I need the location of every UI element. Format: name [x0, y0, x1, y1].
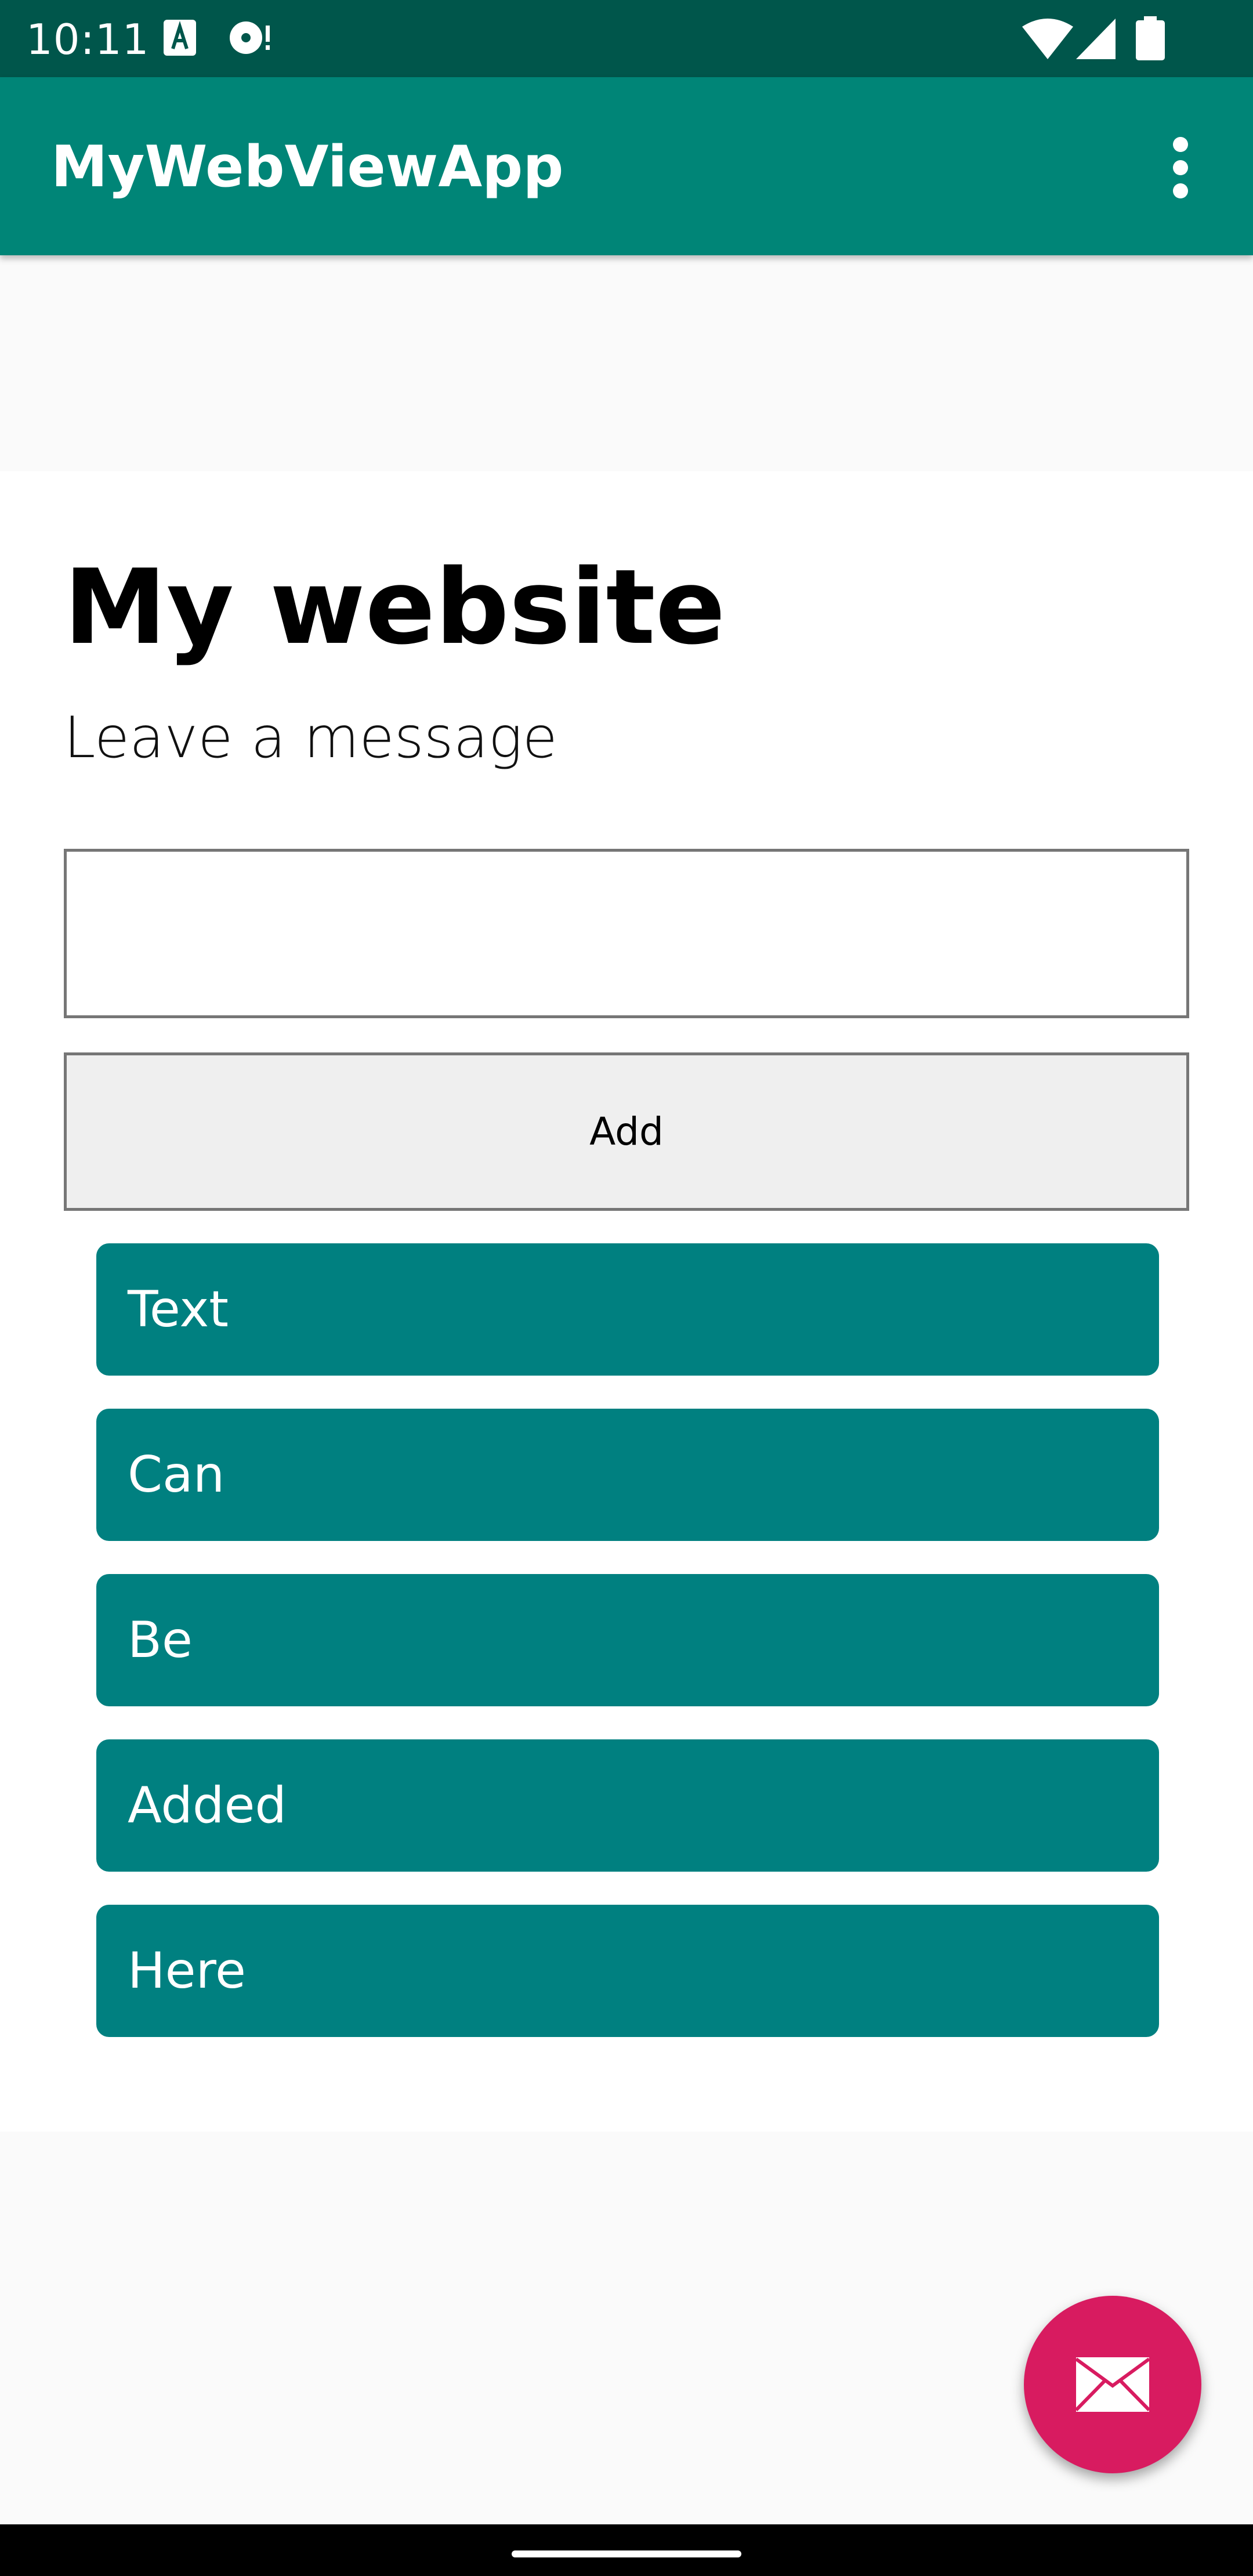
- list-item: Be: [96, 1574, 1159, 1706]
- message-list: Text Can Be Added Here: [96, 1243, 1159, 2070]
- page-subtitle: Leave a message: [64, 705, 557, 771]
- webview: My website Leave a message Add Text Can …: [0, 471, 1253, 2132]
- more-vert-icon[interactable]: [1151, 133, 1209, 202]
- app-title: MyWebViewApp: [51, 134, 564, 200]
- disc-icon: [230, 21, 270, 54]
- list-item: Here: [96, 1905, 1159, 2037]
- email-icon: [1074, 2357, 1151, 2412]
- navigation-bar: [0, 2524, 1253, 2576]
- page-title: My website: [64, 547, 726, 667]
- list-item: Text: [96, 1243, 1159, 1376]
- home-gesture-handle[interactable]: [512, 2550, 741, 2557]
- signal-icon: [1076, 19, 1116, 59]
- add-button[interactable]: Add: [64, 1052, 1189, 1211]
- status-bar: 10:11: [0, 0, 1253, 77]
- wifi-icon: [1022, 19, 1073, 59]
- a-icon: [164, 20, 196, 56]
- message-input[interactable]: [64, 849, 1189, 1018]
- email-fab-button[interactable]: [1024, 2296, 1201, 2473]
- battery-icon: [1136, 16, 1165, 60]
- status-time: 10:11: [26, 15, 150, 64]
- app-bar: MyWebViewApp: [0, 77, 1253, 255]
- list-item: Added: [96, 1739, 1159, 1872]
- list-item: Can: [96, 1409, 1159, 1541]
